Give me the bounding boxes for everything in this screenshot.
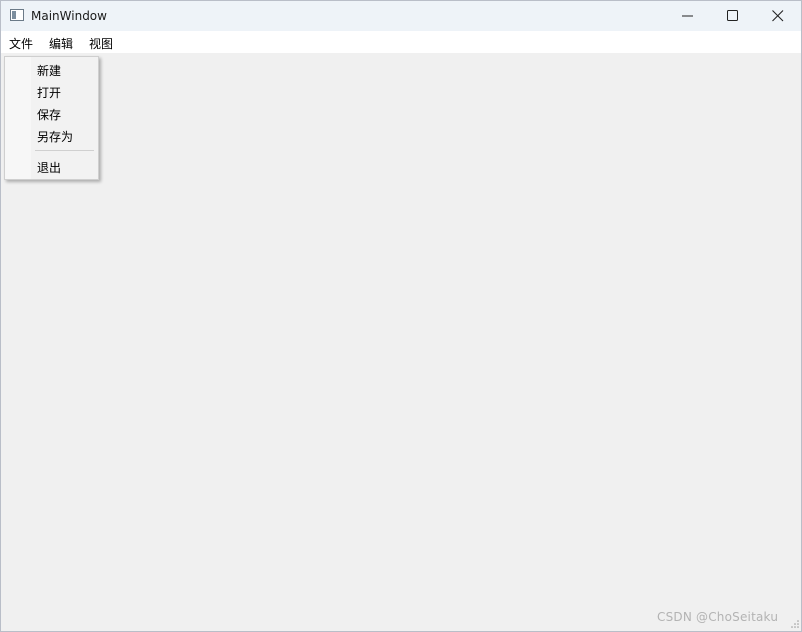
app-window-icon	[10, 9, 24, 21]
menu-icon-gutter	[5, 57, 31, 179]
main-window: MainWindow 文件 编辑 视图 新建 打开 保存 另存为 退出 CSDN…	[0, 0, 802, 632]
minimize-icon	[682, 15, 693, 17]
window-title: MainWindow	[31, 9, 107, 23]
minimize-button[interactable]	[665, 1, 711, 31]
resize-grip-icon[interactable]	[790, 619, 800, 629]
menu-edit[interactable]: 编辑	[49, 35, 73, 52]
maximize-icon	[727, 10, 738, 21]
watermark-text: CSDN @ChoSeitaku	[657, 610, 779, 624]
title-bar[interactable]: MainWindow	[1, 1, 801, 31]
menu-separator	[35, 150, 94, 151]
menu-item-exit[interactable]: 退出	[37, 159, 61, 176]
close-button[interactable]	[755, 1, 801, 31]
menu-view[interactable]: 视图	[89, 35, 113, 52]
menu-item-new[interactable]: 新建	[37, 62, 61, 79]
close-icon	[772, 10, 784, 22]
maximize-button[interactable]	[710, 1, 756, 31]
menu-file[interactable]: 文件	[9, 35, 33, 52]
menu-item-open[interactable]: 打开	[37, 84, 61, 101]
file-menu-dropdown: 新建 打开 保存 另存为 退出	[4, 56, 99, 180]
menu-bar: 文件 编辑 视图	[1, 31, 801, 53]
menu-item-save-as[interactable]: 另存为	[37, 128, 73, 145]
menu-item-save[interactable]: 保存	[37, 106, 61, 123]
